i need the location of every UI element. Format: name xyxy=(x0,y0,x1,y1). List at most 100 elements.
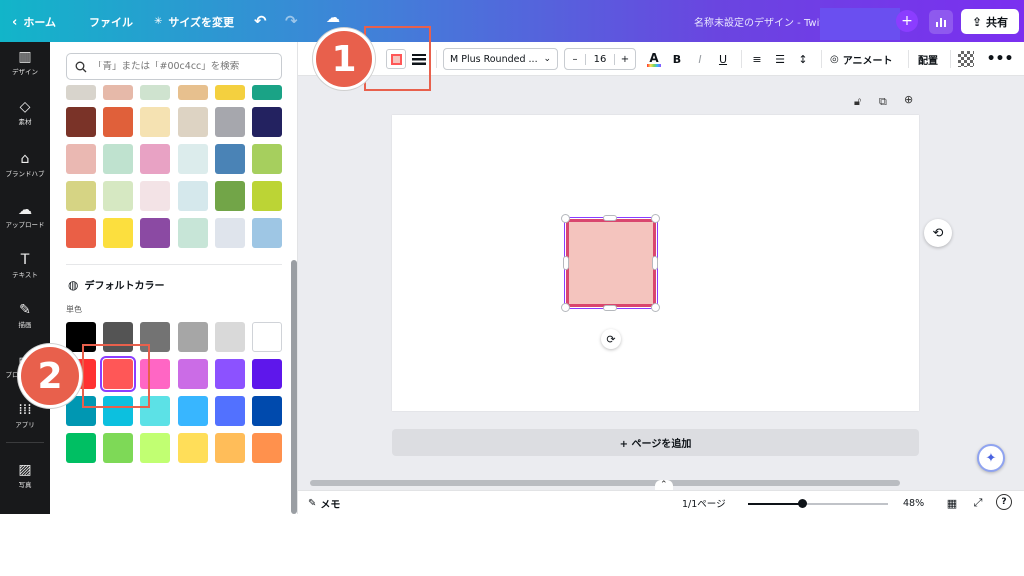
palette-color-swatch[interactable] xyxy=(140,181,170,211)
nav-item-brand-hub[interactable]: ⌂ ブランドハブ xyxy=(0,152,50,178)
palette-color-swatch[interactable] xyxy=(178,144,208,174)
notes-button[interactable]: ✎ メモ xyxy=(308,496,340,511)
rotate-handle[interactable]: ⟳ xyxy=(601,329,621,349)
add-page-icon[interactable]: ⊕ xyxy=(904,93,913,106)
spacing-button[interactable]: ↕ xyxy=(796,51,810,67)
default-color-swatch[interactable] xyxy=(252,359,282,389)
palette-color-swatch[interactable] xyxy=(178,181,208,211)
horizontal-scrollbar[interactable] xyxy=(310,480,900,486)
palette-color-swatch[interactable] xyxy=(215,144,245,174)
font-size-value[interactable]: 16 xyxy=(585,53,615,65)
transparency-button[interactable] xyxy=(958,51,974,67)
color-search-input[interactable] xyxy=(93,61,273,72)
nav-item-photos[interactable]: ▨ 写真 xyxy=(0,463,50,489)
palette-color-swatch[interactable] xyxy=(66,107,96,137)
palette-color-swatch[interactable] xyxy=(252,144,282,174)
default-color-swatch[interactable] xyxy=(215,433,245,463)
color-search-box[interactable] xyxy=(66,53,282,80)
palette-color-swatch[interactable] xyxy=(66,218,96,248)
palette-color-swatch[interactable] xyxy=(140,144,170,174)
refresh-suggestion-button[interactable]: ⟲ xyxy=(924,219,952,247)
default-color-swatch[interactable] xyxy=(252,433,282,463)
home-button[interactable]: ‹ ホーム xyxy=(12,14,56,30)
default-color-swatch[interactable] xyxy=(215,359,245,389)
resize-handle-tr[interactable] xyxy=(651,214,660,223)
decrease-size-button[interactable]: – xyxy=(565,54,585,65)
increase-size-button[interactable]: + xyxy=(615,54,635,65)
list-button[interactable]: ☰ xyxy=(773,51,787,67)
zoom-slider-knob[interactable] xyxy=(798,499,807,508)
palette-color-swatch[interactable] xyxy=(103,144,133,174)
resize-handle-right[interactable] xyxy=(652,256,658,270)
palette-color-swatch[interactable] xyxy=(140,107,170,137)
default-color-swatch[interactable] xyxy=(215,322,245,352)
share-button[interactable]: ⇪ 共有 xyxy=(961,9,1019,34)
document-title[interactable]: 名称未設定のデザイン - Twitt xyxy=(694,14,820,29)
more-options-button[interactable]: ••• xyxy=(987,50,1014,68)
palette-color-swatch[interactable] xyxy=(66,85,96,100)
resize-handle-bl[interactable] xyxy=(561,303,570,312)
text-color-button[interactable]: A xyxy=(645,49,663,69)
redo-button[interactable]: ↷ xyxy=(285,12,298,30)
nav-item-uploads[interactable]: ☁ アップロード xyxy=(0,203,50,229)
fullscreen-button[interactable]: ⤢ xyxy=(971,496,985,510)
add-collaborator-button[interactable]: + xyxy=(896,10,918,32)
palette-color-swatch[interactable] xyxy=(140,218,170,248)
undo-button[interactable]: ↶ xyxy=(254,12,267,30)
magic-assistant-button[interactable]: ✦ xyxy=(977,444,1005,472)
font-size-stepper[interactable]: – 16 + xyxy=(564,48,636,70)
palette-color-swatch[interactable] xyxy=(66,144,96,174)
cloud-save-icon[interactable]: ☁ xyxy=(326,10,340,26)
palette-color-swatch[interactable] xyxy=(252,218,282,248)
palette-color-swatch[interactable] xyxy=(215,181,245,211)
default-color-swatch[interactable] xyxy=(140,433,170,463)
nav-item-text[interactable]: T テキスト xyxy=(0,253,50,279)
resize-handle-bottom[interactable] xyxy=(603,305,617,311)
palette-color-swatch[interactable] xyxy=(252,181,282,211)
palette-color-swatch[interactable] xyxy=(140,85,170,100)
font-family-select[interactable]: M Plus Rounded ... ⌄ xyxy=(443,48,558,70)
chevron-up-icon[interactable]: ⌃ xyxy=(655,480,673,490)
palette-color-swatch[interactable] xyxy=(252,85,282,100)
default-color-swatch[interactable] xyxy=(178,396,208,426)
nav-item-elements[interactable]: ◇ 素材 xyxy=(0,100,50,126)
nav-item-design[interactable]: ▥ デザイン xyxy=(0,50,50,76)
resize-handle-br[interactable] xyxy=(651,303,660,312)
animate-button[interactable]: ◎ アニメート xyxy=(830,50,893,68)
resize-handle-tl[interactable] xyxy=(561,214,570,223)
underline-button[interactable]: U xyxy=(716,51,730,67)
panel-scrollbar[interactable] xyxy=(291,260,297,514)
palette-color-swatch[interactable] xyxy=(252,107,282,137)
palette-color-swatch[interactable] xyxy=(178,107,208,137)
palette-color-swatch[interactable] xyxy=(178,218,208,248)
grid-view-button[interactable]: ▦ xyxy=(945,496,959,510)
resize-handle-top[interactable] xyxy=(603,215,617,221)
palette-color-swatch[interactable] xyxy=(66,181,96,211)
palette-color-swatch[interactable] xyxy=(215,85,245,100)
default-color-swatch[interactable] xyxy=(66,433,96,463)
palette-color-swatch[interactable] xyxy=(215,107,245,137)
duplicate-page-icon[interactable]: ⧉ xyxy=(879,95,887,109)
palette-color-swatch[interactable] xyxy=(103,85,133,100)
italic-button[interactable]: I xyxy=(693,51,707,67)
default-color-swatch[interactable] xyxy=(103,433,133,463)
nav-item-draw[interactable]: ✎ 描画 xyxy=(0,303,50,329)
palette-color-swatch[interactable] xyxy=(215,218,245,248)
default-color-swatch[interactable] xyxy=(252,322,282,352)
palette-color-swatch[interactable] xyxy=(178,85,208,100)
selected-square-shape[interactable] xyxy=(564,217,658,309)
page-indicator[interactable]: 1/1ページ xyxy=(682,496,726,510)
file-menu-button[interactable]: ファイル xyxy=(89,14,133,30)
palette-color-swatch[interactable] xyxy=(103,181,133,211)
default-color-swatch[interactable] xyxy=(178,433,208,463)
add-page-button[interactable]: + ページを追加 xyxy=(392,429,919,456)
resize-handle-left[interactable] xyxy=(563,256,569,270)
default-color-swatch[interactable] xyxy=(178,322,208,352)
palette-color-swatch[interactable] xyxy=(103,218,133,248)
insights-button[interactable] xyxy=(929,10,953,34)
resize-button[interactable]: ✳ サイズを変更 xyxy=(154,14,234,30)
help-button[interactable]: ? xyxy=(996,494,1012,510)
palette-color-swatch[interactable] xyxy=(103,107,133,137)
position-button[interactable]: 配置 xyxy=(918,50,938,68)
default-color-swatch[interactable] xyxy=(215,396,245,426)
